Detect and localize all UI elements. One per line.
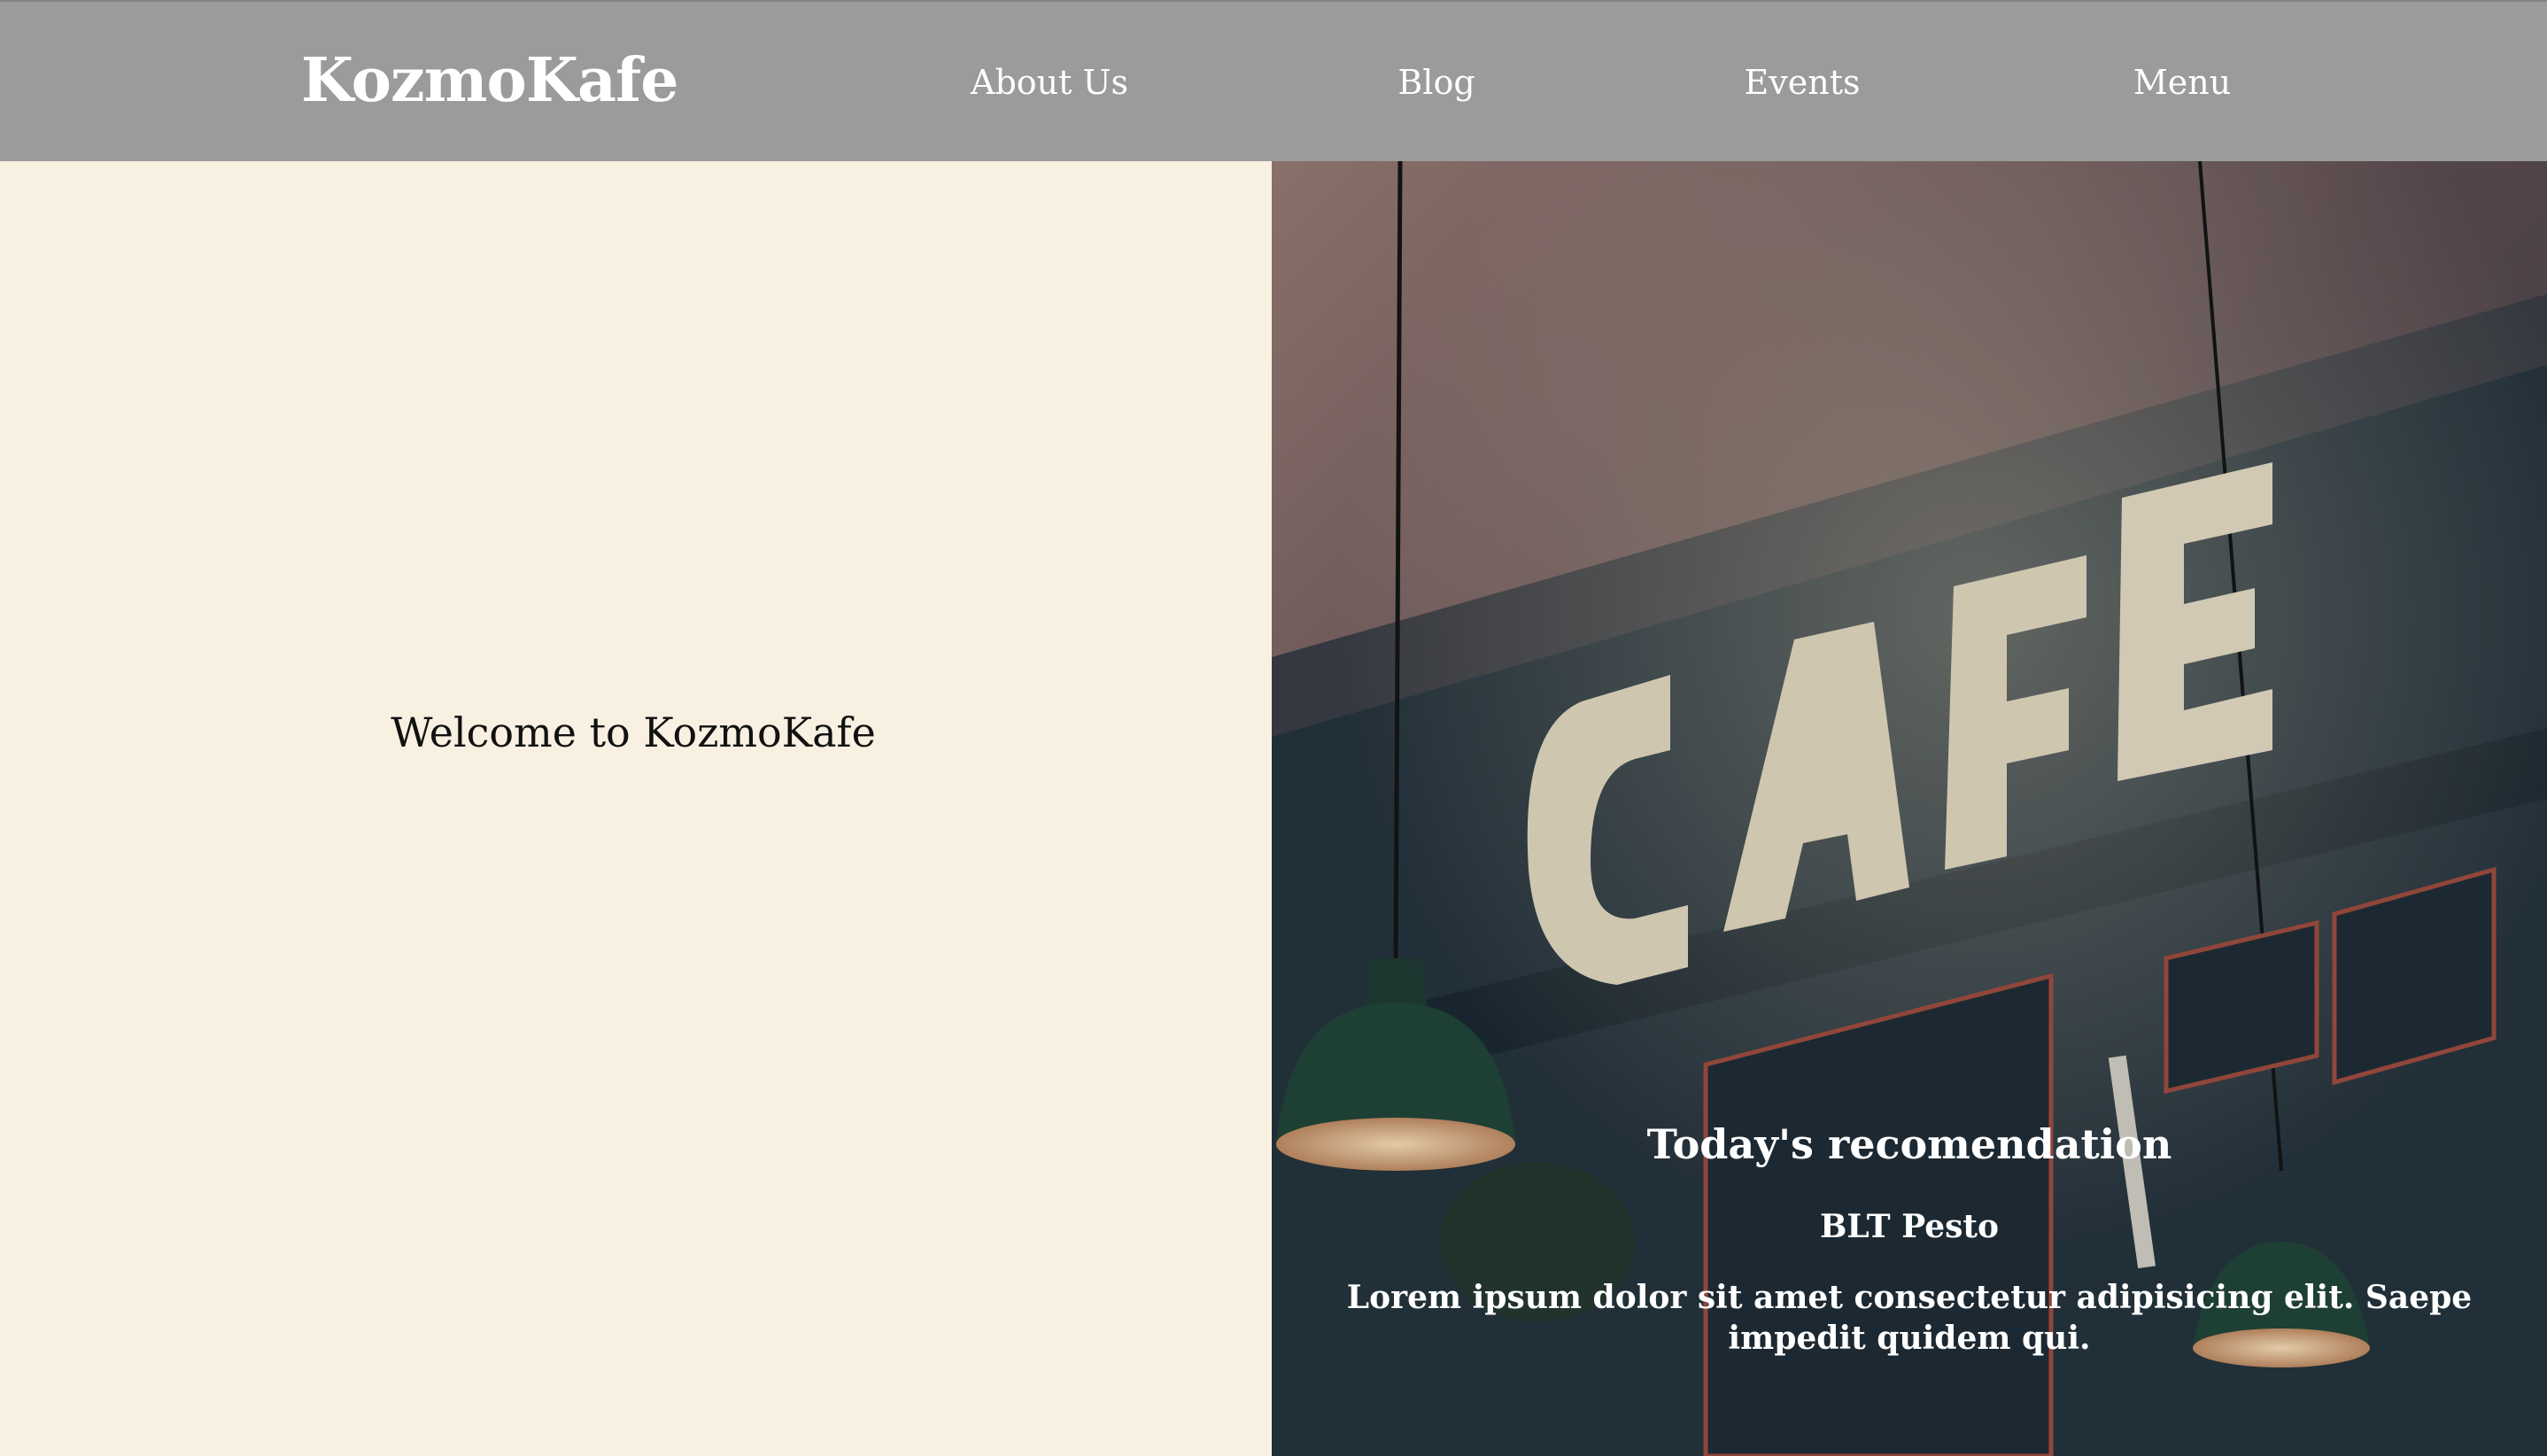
brand-logo[interactable]: KozmoKafe — [301, 42, 679, 120]
welcome-heading: Welcome to KozmoKafe — [391, 709, 876, 756]
hero-image-panel: Today's recomendation BLT Pesto Lorem ip… — [1272, 161, 2547, 1456]
recommendation-title: Today's recomendation — [1646, 1120, 2172, 1168]
dish-description: Lorem ipsum dolor sit amet consectetur a… — [1346, 1279, 2473, 1357]
cafe-photo — [1272, 161, 2547, 1456]
welcome-panel: Welcome to KozmoKafe — [0, 161, 1272, 1456]
nav-link-blog[interactable]: Blog — [1397, 60, 1475, 105]
dish-name: BLT Pesto — [1819, 1208, 2000, 1245]
nav-link-events[interactable]: Events — [1745, 60, 1861, 105]
nav-link-menu[interactable]: Menu — [2133, 60, 2231, 105]
nav-link-about-us[interactable]: About Us — [971, 60, 1128, 105]
top-navbar: KozmoKafe About Us Blog Events Menu — [0, 0, 2547, 161]
